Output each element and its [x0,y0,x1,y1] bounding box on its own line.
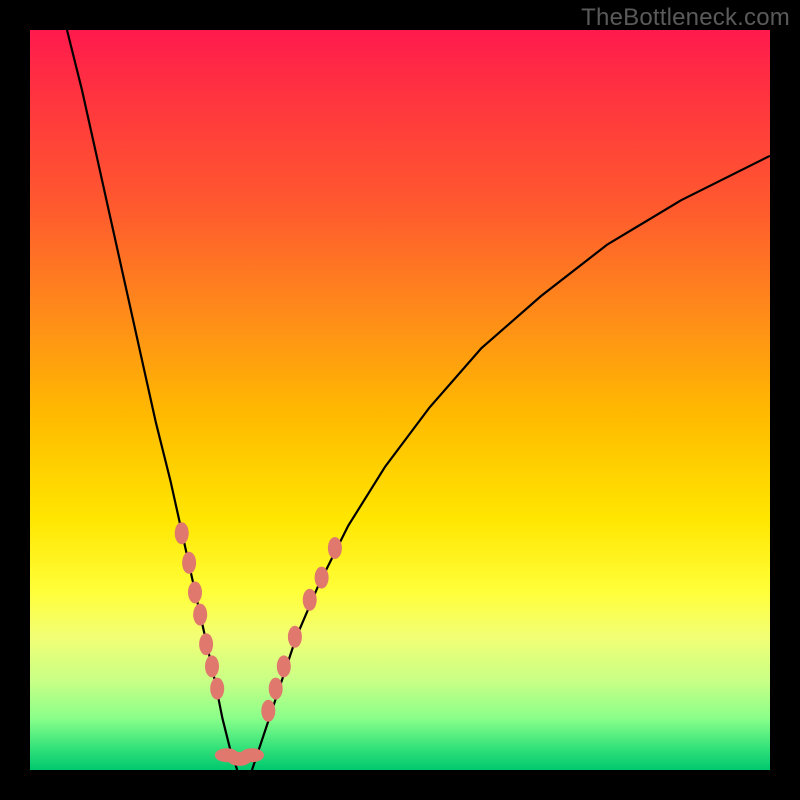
marker-left-0 [175,522,189,544]
marker-bottom-2 [240,748,264,762]
marker-left-2 [188,581,202,603]
chart-container: TheBottleneck.com [0,0,800,800]
marker-left-3 [193,604,207,626]
curve-right-branch [252,156,770,770]
marker-right-4 [303,589,317,611]
marker-right-0 [261,700,275,722]
watermark-text: TheBottleneck.com [581,4,790,32]
marker-right-2 [277,655,291,677]
marker-left-4 [199,633,213,655]
marker-left-6 [210,678,224,700]
marker-right-3 [288,626,302,648]
curve-svg [30,30,770,770]
marker-right-1 [269,678,283,700]
marker-left-5 [205,655,219,677]
marker-right-5 [315,567,329,589]
markers-group [175,522,342,766]
marker-left-1 [182,552,196,574]
marker-right-6 [328,537,342,559]
plot-area [30,30,770,770]
